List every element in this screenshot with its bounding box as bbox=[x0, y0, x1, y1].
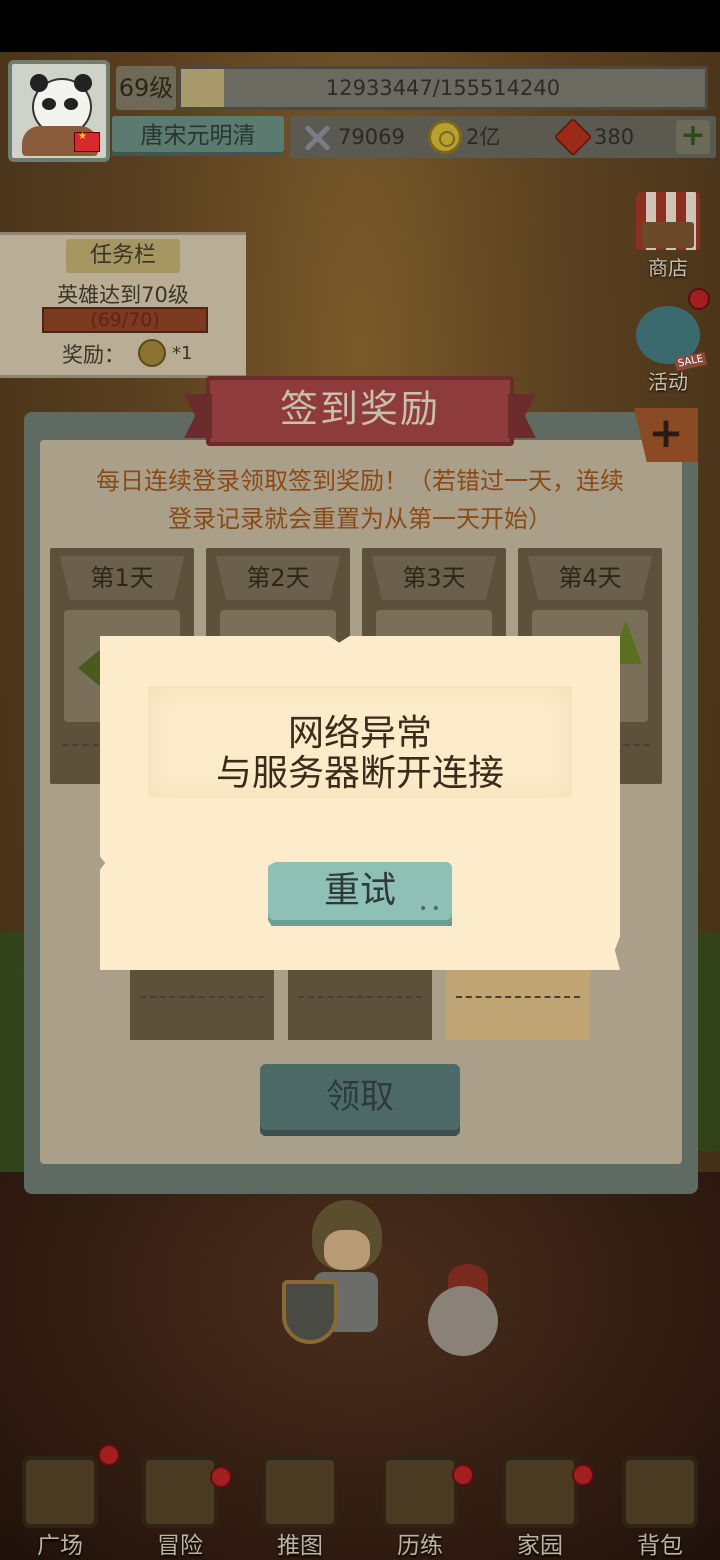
button-decoration: • • bbox=[419, 901, 440, 917]
retry-button[interactable]: 重试 • • bbox=[268, 862, 452, 926]
error-message: 与服务器断开连接 bbox=[215, 753, 504, 794]
network-error-modal: 网络异常 与服务器断开连接 重试 • • bbox=[100, 636, 620, 970]
retry-label: 重试 bbox=[323, 870, 396, 911]
